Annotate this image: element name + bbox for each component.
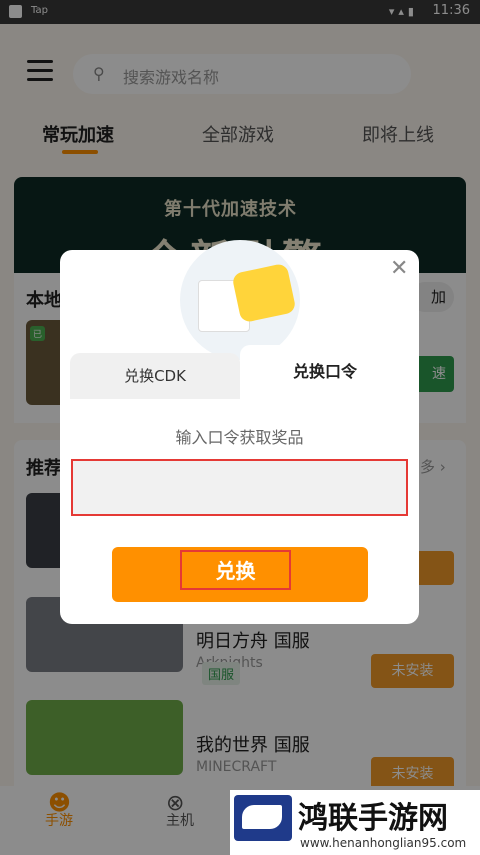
redeem-label: 兑换 [180,550,291,590]
tab-redeem-code[interactable]: 兑换口令 [240,345,410,399]
gift-illustration [180,240,300,360]
watermark: 鸿联手游网 www.henanhonglian95.com [230,790,480,855]
redeem-button[interactable]: 兑换 [112,547,368,602]
watermark-title: 鸿联手游网 [298,801,448,836]
close-icon[interactable]: ✕ [390,256,408,281]
watermark-url: www.henanhonglian95.com [300,836,467,850]
gamepad-icon [231,262,297,324]
tab-redeem-cdk[interactable]: 兑换CDK [70,353,240,399]
redeem-prompt: 输入口令获取奖品 [175,428,304,447]
watermark-logo-icon [234,795,292,841]
code-input[interactable] [71,459,408,516]
